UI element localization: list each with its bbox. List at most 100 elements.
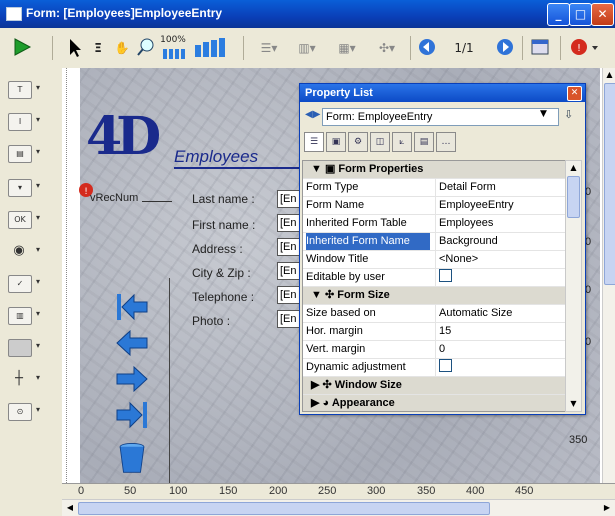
ruler-tick: 50: [124, 485, 137, 497]
scroll-up-icon[interactable]: ▲: [603, 68, 615, 82]
property-value[interactable]: Employees: [435, 215, 565, 232]
palette-checkbox-tool[interactable]: ✓ ▾: [8, 273, 50, 295]
property-value[interactable]: Background: [435, 233, 565, 250]
scroll-right-icon[interactable]: ▶: [601, 501, 613, 514]
vertical-scroll-thumb[interactable]: [604, 83, 615, 285]
scroll-up-icon[interactable]: ▲: [566, 161, 581, 175]
list-icon: ☰: [309, 137, 319, 147]
plugin-icon: ⊙: [8, 403, 32, 421]
record-number-variable[interactable]: vRecNum: [90, 192, 138, 204]
palette-field-tool[interactable]: I ▾: [8, 111, 50, 133]
property-row[interactable]: Hor. margin 15: [303, 323, 565, 341]
property-row[interactable]: Vert. margin 0: [303, 341, 565, 359]
align-icon: ☰▾: [260, 41, 278, 55]
tab-form-appearance[interactable]: ▣: [326, 132, 346, 152]
editable-by-user-checkbox[interactable]: [435, 269, 565, 286]
close-button[interactable]: ✕: [591, 3, 614, 26]
trash-icon[interactable]: [114, 440, 150, 474]
property-value[interactable]: Detail Form: [435, 179, 565, 196]
section-appearance[interactable]: ▶ ◕ Appearance: [303, 395, 565, 411]
property-value[interactable]: 0: [435, 341, 565, 358]
window-title-bar[interactable]: Form: [Employees]EmployeeEntry _ □ ✕: [0, 0, 615, 28]
hand-tool-button[interactable]: ✋: [110, 35, 134, 61]
next-record-icon[interactable]: [114, 362, 150, 396]
previous-record-icon[interactable]: [114, 326, 150, 360]
form-view-button[interactable]: [528, 35, 552, 61]
horizontal-scrollbar[interactable]: ◀ ▶: [62, 499, 615, 516]
property-value[interactable]: EmployeeEntry: [435, 197, 565, 214]
palette-text-tool[interactable]: T ▾: [8, 79, 50, 101]
tab-all-properties[interactable]: ☰: [304, 132, 324, 152]
align-menu-button[interactable]: ☰▾: [252, 35, 286, 61]
list-icon: ▤: [8, 145, 32, 163]
property-list-title-bar[interactable]: Property List ✕: [300, 84, 585, 102]
scroll-down-icon[interactable]: ▼: [566, 397, 581, 411]
previous-page-button[interactable]: [416, 35, 438, 61]
property-list-scrollbar[interactable]: ▲ ▼: [565, 160, 582, 412]
palette-rectangle-tool[interactable]: ▾: [8, 337, 50, 359]
palette-list-tool[interactable]: ▤ ▾: [8, 143, 50, 165]
section-window-size[interactable]: ▶ ✣ Window Size: [303, 377, 565, 395]
divider-line: [169, 278, 170, 483]
property-scroll-thumb[interactable]: [567, 176, 580, 218]
pointer-icon: [70, 39, 81, 57]
first-record-icon[interactable]: [114, 290, 150, 324]
zoom-tool-button[interactable]: [134, 35, 158, 61]
field-icon: I: [8, 113, 32, 131]
property-row[interactable]: Editable by user: [303, 269, 565, 287]
z-order-tool-button[interactable]: Ξ: [86, 35, 110, 61]
property-value[interactable]: 15: [435, 323, 565, 340]
section-form-properties[interactable]: ▼ ▣ Form Properties: [303, 161, 565, 179]
property-row[interactable]: Form Name EmployeeEntry: [303, 197, 565, 215]
property-list-close-button[interactable]: ✕: [567, 86, 582, 101]
palette-radio-tool[interactable]: ◉ ▾: [8, 241, 50, 263]
horizontal-scroll-thumb[interactable]: [78, 502, 490, 515]
run-form-button[interactable]: [10, 35, 34, 61]
telephone-label: Telephone :: [192, 290, 255, 304]
palette-thermometer-tool[interactable]: ▥ ▾: [8, 305, 50, 327]
tab-events[interactable]: ⚙: [348, 132, 368, 152]
order-menu-button[interactable]: ▦▾: [330, 35, 364, 61]
property-row[interactable]: Size based on Automatic Size: [303, 305, 565, 323]
zoom-bars-button[interactable]: [190, 35, 236, 61]
button-icon: OK: [8, 211, 32, 229]
property-value[interactable]: Automatic Size: [435, 305, 565, 322]
tab-resizing[interactable]: ⟀: [392, 132, 412, 152]
property-row[interactable]: Dynamic adjustment: [303, 359, 565, 377]
property-value[interactable]: <None>: [435, 251, 565, 268]
scroll-left-icon[interactable]: ◀: [64, 501, 76, 514]
zoom-level-button[interactable]: 100%: [160, 35, 186, 61]
expand-all-icon[interactable]: ⇩: [564, 108, 573, 121]
radio-icon: ◉: [13, 243, 25, 258]
vertical-scrollbar[interactable]: ▲: [602, 68, 615, 483]
last-record-icon[interactable]: [114, 398, 150, 432]
object-selector[interactable]: Form: EmployeeEntry: [322, 108, 559, 126]
property-row-selected[interactable]: Inherited Form Name Background: [303, 233, 565, 251]
next-page-button[interactable]: [494, 35, 516, 61]
group-menu-button[interactable]: ✣▾: [370, 35, 404, 61]
property-row[interactable]: Window Title <None>: [303, 251, 565, 269]
dynamic-adjustment-checkbox[interactable]: [435, 359, 565, 376]
palette-plugin-tool[interactable]: ⊙ ▾: [8, 401, 50, 423]
prev-next-object-icon[interactable]: ◀▶: [305, 109, 320, 120]
distribute-menu-button[interactable]: ▥▾: [290, 35, 324, 61]
palette-combobox-tool[interactable]: ▾ ▾: [8, 177, 50, 199]
minimize-button[interactable]: _: [547, 3, 570, 26]
tab-more[interactable]: …: [436, 132, 456, 152]
palette-button-tool[interactable]: OK ▾: [8, 209, 50, 231]
address-label: Address :: [192, 242, 243, 256]
window-title: Form: [Employees]EmployeeEntry: [26, 6, 223, 20]
tab-display[interactable]: ▤: [414, 132, 434, 152]
tab-objects[interactable]: ◫: [370, 132, 390, 152]
hand-icon: ✋: [114, 41, 130, 55]
chevron-down-icon: ▾: [36, 373, 41, 382]
property-row[interactable]: Inherited Form Table Employees: [303, 215, 565, 233]
maximize-button[interactable]: □: [569, 3, 592, 26]
chevron-down-icon[interactable]: ▼: [540, 109, 547, 119]
section-form-size[interactable]: ▼ ✣ Form Size: [303, 287, 565, 305]
events-menu-button[interactable]: !: [566, 35, 602, 61]
arrow-tool-button[interactable]: [62, 35, 86, 61]
property-row[interactable]: Form Type Detail Form: [303, 179, 565, 197]
palette-splitter-tool[interactable]: ┼ ▾: [8, 369, 50, 391]
chevron-down-icon: ▾: [36, 309, 41, 318]
